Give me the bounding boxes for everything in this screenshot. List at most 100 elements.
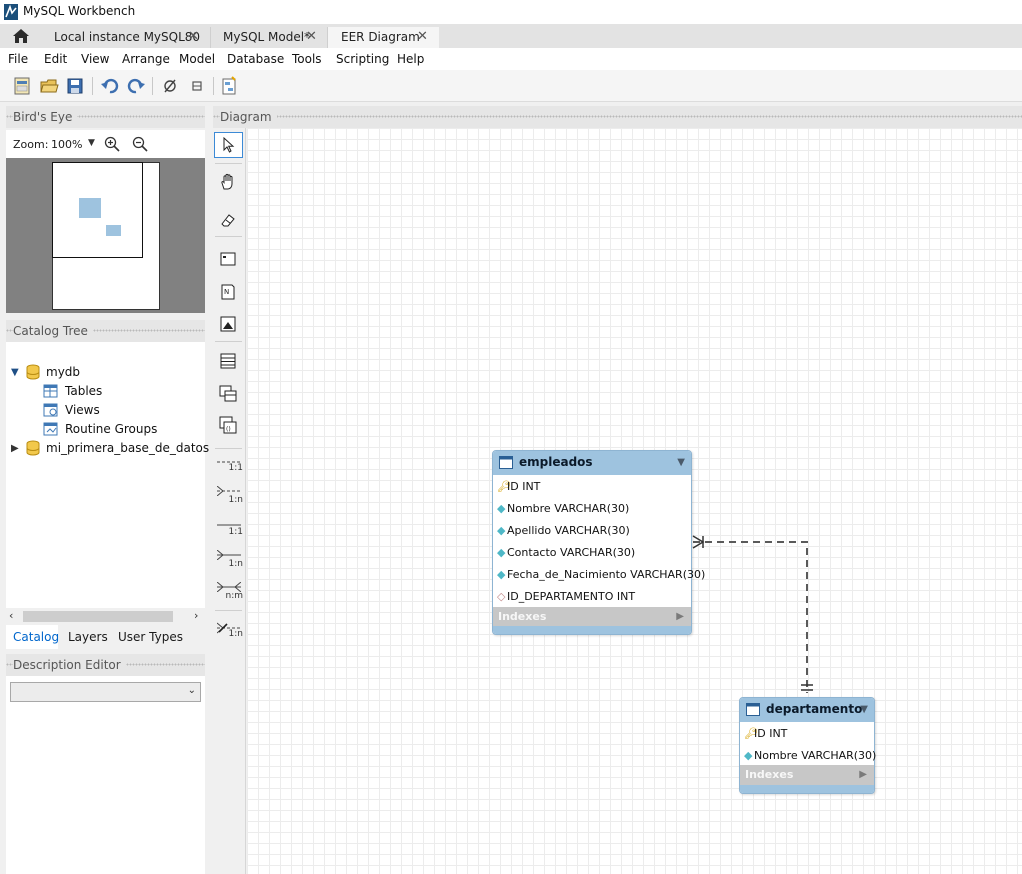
scrollbar-thumb[interactable] (23, 611, 173, 622)
expand-arrow-icon[interactable]: ▼ (11, 367, 19, 378)
toolbar-separator (152, 77, 153, 95)
diagram-tool-palette: N () 1:1 1:n 1:1 1:n n:m 1:n (211, 128, 246, 874)
image-icon[interactable] (218, 314, 238, 334)
birds-eye-view[interactable] (6, 158, 205, 313)
relationship-1-n-non-identifying[interactable]: 1:n (215, 495, 243, 505)
zoom-in-icon[interactable] (104, 136, 120, 152)
schema-icon (26, 440, 40, 456)
tab-catalog[interactable]: Catalog (6, 625, 60, 649)
relationship-n-m-identifying[interactable]: n:m (215, 591, 243, 601)
entity-header[interactable]: empleados ▼ (493, 451, 691, 475)
menu-tools[interactable]: Tools (292, 52, 322, 66)
catalog-tree-header: Catalog Tree (6, 320, 205, 342)
chevron-down-icon: ⌄ (187, 685, 196, 696)
close-icon[interactable]: ✕ (306, 27, 317, 47)
column-diamond-icon: ◆ (497, 502, 506, 515)
entity-header[interactable]: departamento ▼ (740, 698, 874, 722)
tab-local-instance[interactable]: Local instance MySQL80 ✕ (42, 27, 210, 48)
collapse-arrow-icon[interactable]: ▼ (677, 457, 685, 468)
description-editor: ⌄ (6, 676, 205, 874)
column-row[interactable]: ◆ Fecha_de_Nacimiento VARCHAR(30) (497, 568, 705, 581)
open-model-icon[interactable] (39, 76, 59, 96)
relationship-connector[interactable] (687, 533, 817, 698)
redo-icon[interactable] (126, 76, 146, 96)
birds-eye-toolbar: Zoom: 100% ▼ (6, 130, 205, 158)
text-note-icon[interactable]: N (218, 282, 238, 302)
expand-arrow-icon[interactable]: ▶ (859, 765, 867, 785)
new-model-icon[interactable] (12, 76, 32, 96)
new-diagram-icon[interactable] (219, 76, 239, 96)
relationship-1-1-identifying[interactable]: 1:1 (215, 527, 243, 537)
description-object-select[interactable]: ⌄ (10, 682, 201, 702)
scroll-right-icon[interactable]: › (194, 609, 198, 622)
column-label: Fecha_de_Nacimiento VARCHAR(30) (507, 568, 706, 581)
tab-label: Catalog (13, 630, 60, 644)
tab-layers[interactable]: Layers (62, 625, 108, 649)
close-icon[interactable]: ✕ (417, 27, 428, 47)
relationship-1-1-non-identifying[interactable]: 1:1 (215, 463, 243, 473)
collapse-arrow-icon[interactable]: ▼ (860, 704, 868, 715)
scroll-left-icon[interactable]: ‹ (9, 609, 13, 622)
align-grid-icon[interactable] (187, 76, 207, 96)
menu-database[interactable]: Database (227, 52, 284, 66)
column-row[interactable]: ◆ Contacto VARCHAR(30) (497, 546, 635, 559)
catalog-tree-title: Catalog Tree (13, 324, 93, 338)
menu-arrange[interactable]: Arrange (122, 52, 170, 66)
toggle-grid-icon[interactable] (160, 76, 180, 96)
table-icon (746, 703, 760, 716)
column-diamond-icon: ◆ (744, 749, 753, 762)
select-tool[interactable] (214, 132, 243, 158)
indexes-section[interactable]: Indexes ▶ (740, 765, 874, 785)
birds-eye-entity (79, 198, 101, 218)
entity-name: departamento (766, 702, 863, 716)
column-row[interactable]: ◆ Nombre VARCHAR(30) (744, 749, 876, 762)
undo-icon[interactable] (100, 76, 120, 96)
menu-file[interactable]: File (8, 52, 28, 66)
close-icon[interactable]: ✕ (188, 27, 199, 47)
tab-mysql-model[interactable]: MySQL Model* ✕ (210, 27, 327, 48)
new-table-icon[interactable] (218, 351, 238, 371)
menu-view[interactable]: View (81, 52, 109, 66)
save-model-icon[interactable] (65, 76, 85, 96)
schema-icon (26, 364, 40, 380)
entity-empleados[interactable]: empleados ▼ 🔑︎ID INT ◆ Nombre VARCHAR(30)… (492, 450, 705, 635)
column-row[interactable]: 🔑︎ID INT (744, 727, 787, 740)
menu-edit[interactable]: Edit (44, 52, 67, 66)
column-row[interactable]: ◆ Apellido VARCHAR(30) (497, 524, 630, 537)
tab-user-types[interactable]: User Types (112, 625, 192, 649)
nullable-column-icon: ◇ (497, 590, 506, 603)
column-row[interactable]: ◇ ID_DEPARTAMENTO INT (497, 590, 635, 603)
menu-model[interactable]: Model (179, 52, 215, 66)
expand-arrow-icon[interactable]: ▶ (676, 607, 684, 627)
tree-item-mydb[interactable]: ▼ mydb (11, 364, 80, 380)
catalog-horizontal-scrollbar[interactable]: ‹ › (6, 608, 205, 625)
indexes-section[interactable]: Indexes ▶ (493, 607, 691, 627)
column-row[interactable]: ◆ Nombre VARCHAR(30) (497, 502, 629, 515)
expand-arrow-icon[interactable]: ▶ (11, 443, 19, 454)
column-label: ID_DEPARTAMENTO INT (507, 590, 636, 603)
hand-icon[interactable] (218, 172, 238, 192)
tab-label: User Types (118, 630, 183, 644)
primary-key-icon: 🔑︎ (497, 480, 511, 493)
eraser-icon[interactable] (218, 210, 238, 230)
tab-eer-diagram[interactable]: EER Diagram ✕ (327, 27, 439, 48)
relationship-1-n-identifying[interactable]: 1:n (215, 559, 243, 569)
menu-scripting[interactable]: Scripting (336, 52, 389, 66)
relationship-1-n-existing-columns[interactable]: 1:n (215, 629, 243, 639)
primary-key-icon: 🔑︎ (744, 727, 758, 740)
indexes-label: Indexes (498, 610, 547, 623)
diagram-canvas[interactable]: empleados ▼ 🔑︎ID INT ◆ Nombre VARCHAR(30)… (247, 128, 1022, 874)
zoom-select[interactable]: 100% ▼ (49, 135, 99, 153)
svg-text:(): () (226, 426, 231, 433)
zoom-out-icon[interactable] (132, 136, 148, 152)
layer-icon[interactable] (218, 249, 238, 269)
pointer-icon (223, 137, 235, 153)
new-routine-group-icon[interactable]: () (218, 415, 238, 435)
column-row[interactable]: 🔑︎ID INT (497, 480, 540, 493)
home-icon[interactable] (12, 28, 30, 44)
entity-departamento[interactable]: departamento ▼ 🔑︎ID INT ◆ Nombre VARCHAR(… (739, 697, 876, 794)
menu-help[interactable]: Help (397, 52, 424, 66)
tree-item-mi-primera-base-de-datos[interactable]: ▶ mi_primera_base_de_datos (11, 440, 209, 456)
tab-strip: Local instance MySQL80 ✕ MySQL Model* ✕ … (0, 24, 1022, 48)
new-view-icon[interactable] (218, 383, 238, 403)
